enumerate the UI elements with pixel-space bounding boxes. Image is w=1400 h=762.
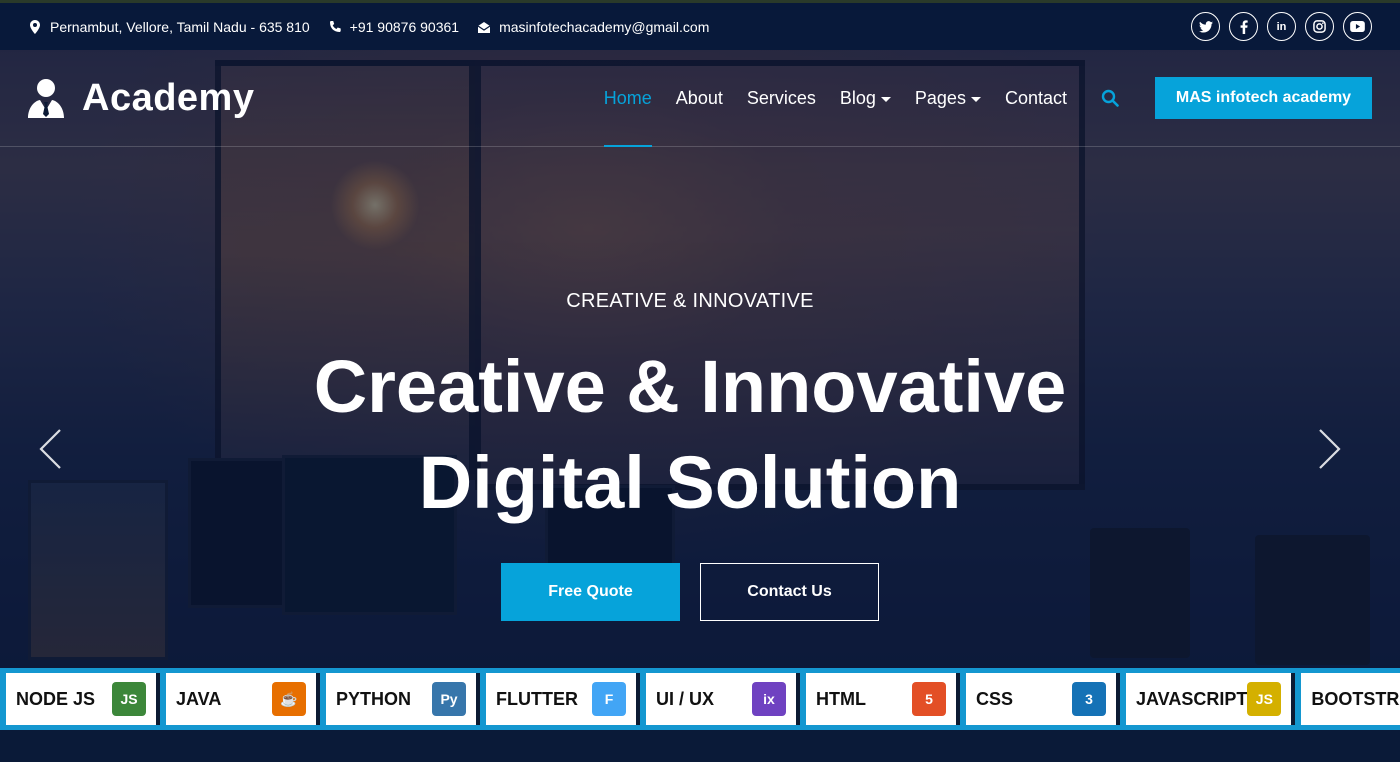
topbar: Pernambut, Vellore, Tamil Nadu - 635 810…	[0, 0, 1400, 50]
tech-logo-icon: F	[592, 682, 626, 716]
phone-icon	[329, 20, 341, 32]
nav-item-label: Services	[746, 87, 816, 108]
tech-logo-icon: JS	[112, 682, 146, 716]
hero-buttons: Free Quote Contact Us	[0, 563, 1400, 621]
tech-label: PYTHON	[336, 688, 412, 709]
tech-card: UI / UX ix	[646, 673, 800, 725]
tech-label: HTML	[816, 688, 866, 709]
tech-logo-icon: JS	[1247, 682, 1282, 716]
nav-menu: Home About Services Blog Pages Contact M…	[603, 50, 1372, 147]
twitter-icon[interactable]	[1191, 12, 1220, 41]
tech-label: JAVASCRIPT	[1136, 688, 1248, 709]
tech-card: PYTHON Py	[326, 673, 480, 725]
tech-card: NODE JS JS	[6, 673, 160, 725]
user-tie-icon	[28, 79, 64, 118]
tech-label: FLUTTER	[496, 688, 578, 709]
tech-card: HTML 5	[806, 673, 960, 725]
tech-label: CSS	[976, 688, 1014, 709]
caret-down-icon	[880, 96, 891, 102]
nav-item-home[interactable]: Home	[603, 50, 652, 147]
tech-label: BOOTSTRAP	[1311, 688, 1400, 709]
carousel-caption: CREATIVE & INNOVATIVE Creative & Innovat…	[0, 290, 1400, 621]
caret-down-icon	[970, 96, 981, 102]
hero-title-line: Creative & Innovative	[313, 345, 1067, 428]
contact-info: Pernambut, Vellore, Tamil Nadu - 635 810…	[28, 19, 709, 35]
tech-card: JAVA ☕	[166, 673, 320, 725]
brand-name: Academy	[82, 76, 255, 119]
phone-item[interactable]: +91 90876 90361	[328, 19, 459, 35]
tech-logo-icon: ☕	[272, 682, 306, 716]
nav-item-services[interactable]: Services	[747, 50, 816, 147]
tech-label: JAVA	[176, 688, 222, 709]
map-marker-icon	[30, 19, 40, 34]
free-quote-button[interactable]: Free Quote	[501, 563, 680, 621]
tech-label: NODE JS	[16, 688, 96, 709]
tech-card: FLUTTER F	[486, 673, 640, 725]
main-navbar: Academy Home About Services Blog Pages C…	[0, 50, 1400, 147]
nav-item-label: Home	[603, 87, 652, 108]
tech-logo-icon: 3	[1072, 682, 1106, 716]
hero-title-line: Digital Solution	[418, 441, 962, 524]
academy-cta-button[interactable]: MAS infotech academy	[1155, 77, 1372, 119]
youtube-icon[interactable]	[1343, 12, 1372, 41]
tech-card: JAVASCRIPT JS	[1126, 673, 1296, 725]
facebook-icon[interactable]	[1229, 12, 1258, 41]
tech-strip: NODE JS JS JAVA ☕ PYTHON Py FLUTTER F UI / UX ix H…	[0, 668, 1400, 730]
hero-title: Creative & Innovative Digital Solution	[0, 339, 1400, 531]
nav-item-contact[interactable]: Contact	[1005, 50, 1067, 147]
address-item: Pernambut, Vellore, Tamil Nadu - 635 810	[28, 19, 310, 35]
nav-item-label: About	[675, 87, 723, 108]
nav-item-blog[interactable]: Blog	[840, 50, 891, 147]
tech-logo-icon: Py	[432, 682, 466, 716]
tech-card: BOOTSTRAPB	[1301, 673, 1400, 725]
email-text: masinfotechacademy@gmail.com	[499, 18, 710, 35]
address-text: Pernambut, Vellore, Tamil Nadu - 635 810	[50, 18, 310, 35]
phone-text: +91 90876 90361	[349, 18, 460, 35]
contact-us-button[interactable]: Contact Us	[700, 563, 879, 621]
search-icon[interactable]	[1101, 89, 1119, 107]
linkedin-icon[interactable]: in	[1267, 12, 1296, 41]
email-item[interactable]: masinfotechacademy@gmail.com	[477, 19, 709, 35]
nav-item-label: Pages	[914, 87, 966, 108]
hero-subtitle: CREATIVE & INNOVATIVE	[566, 290, 814, 312]
nav-item-label: Blog	[839, 87, 876, 108]
brand-logo[interactable]: Academy	[28, 77, 254, 120]
nav-item-about[interactable]: About	[676, 50, 723, 147]
social-links: in	[1191, 12, 1372, 41]
instagram-icon[interactable]	[1305, 12, 1334, 41]
tech-label: UI / UX	[656, 688, 715, 709]
tech-logo-icon: 5	[912, 682, 946, 716]
tech-logo-icon: ix	[752, 682, 786, 716]
nav-item-label: Contact	[1004, 87, 1067, 108]
nav-item-pages[interactable]: Pages	[915, 50, 981, 147]
envelope-open-icon	[477, 21, 491, 33]
page-bottom	[0, 730, 1400, 762]
tech-card: CSS 3	[966, 673, 1120, 725]
